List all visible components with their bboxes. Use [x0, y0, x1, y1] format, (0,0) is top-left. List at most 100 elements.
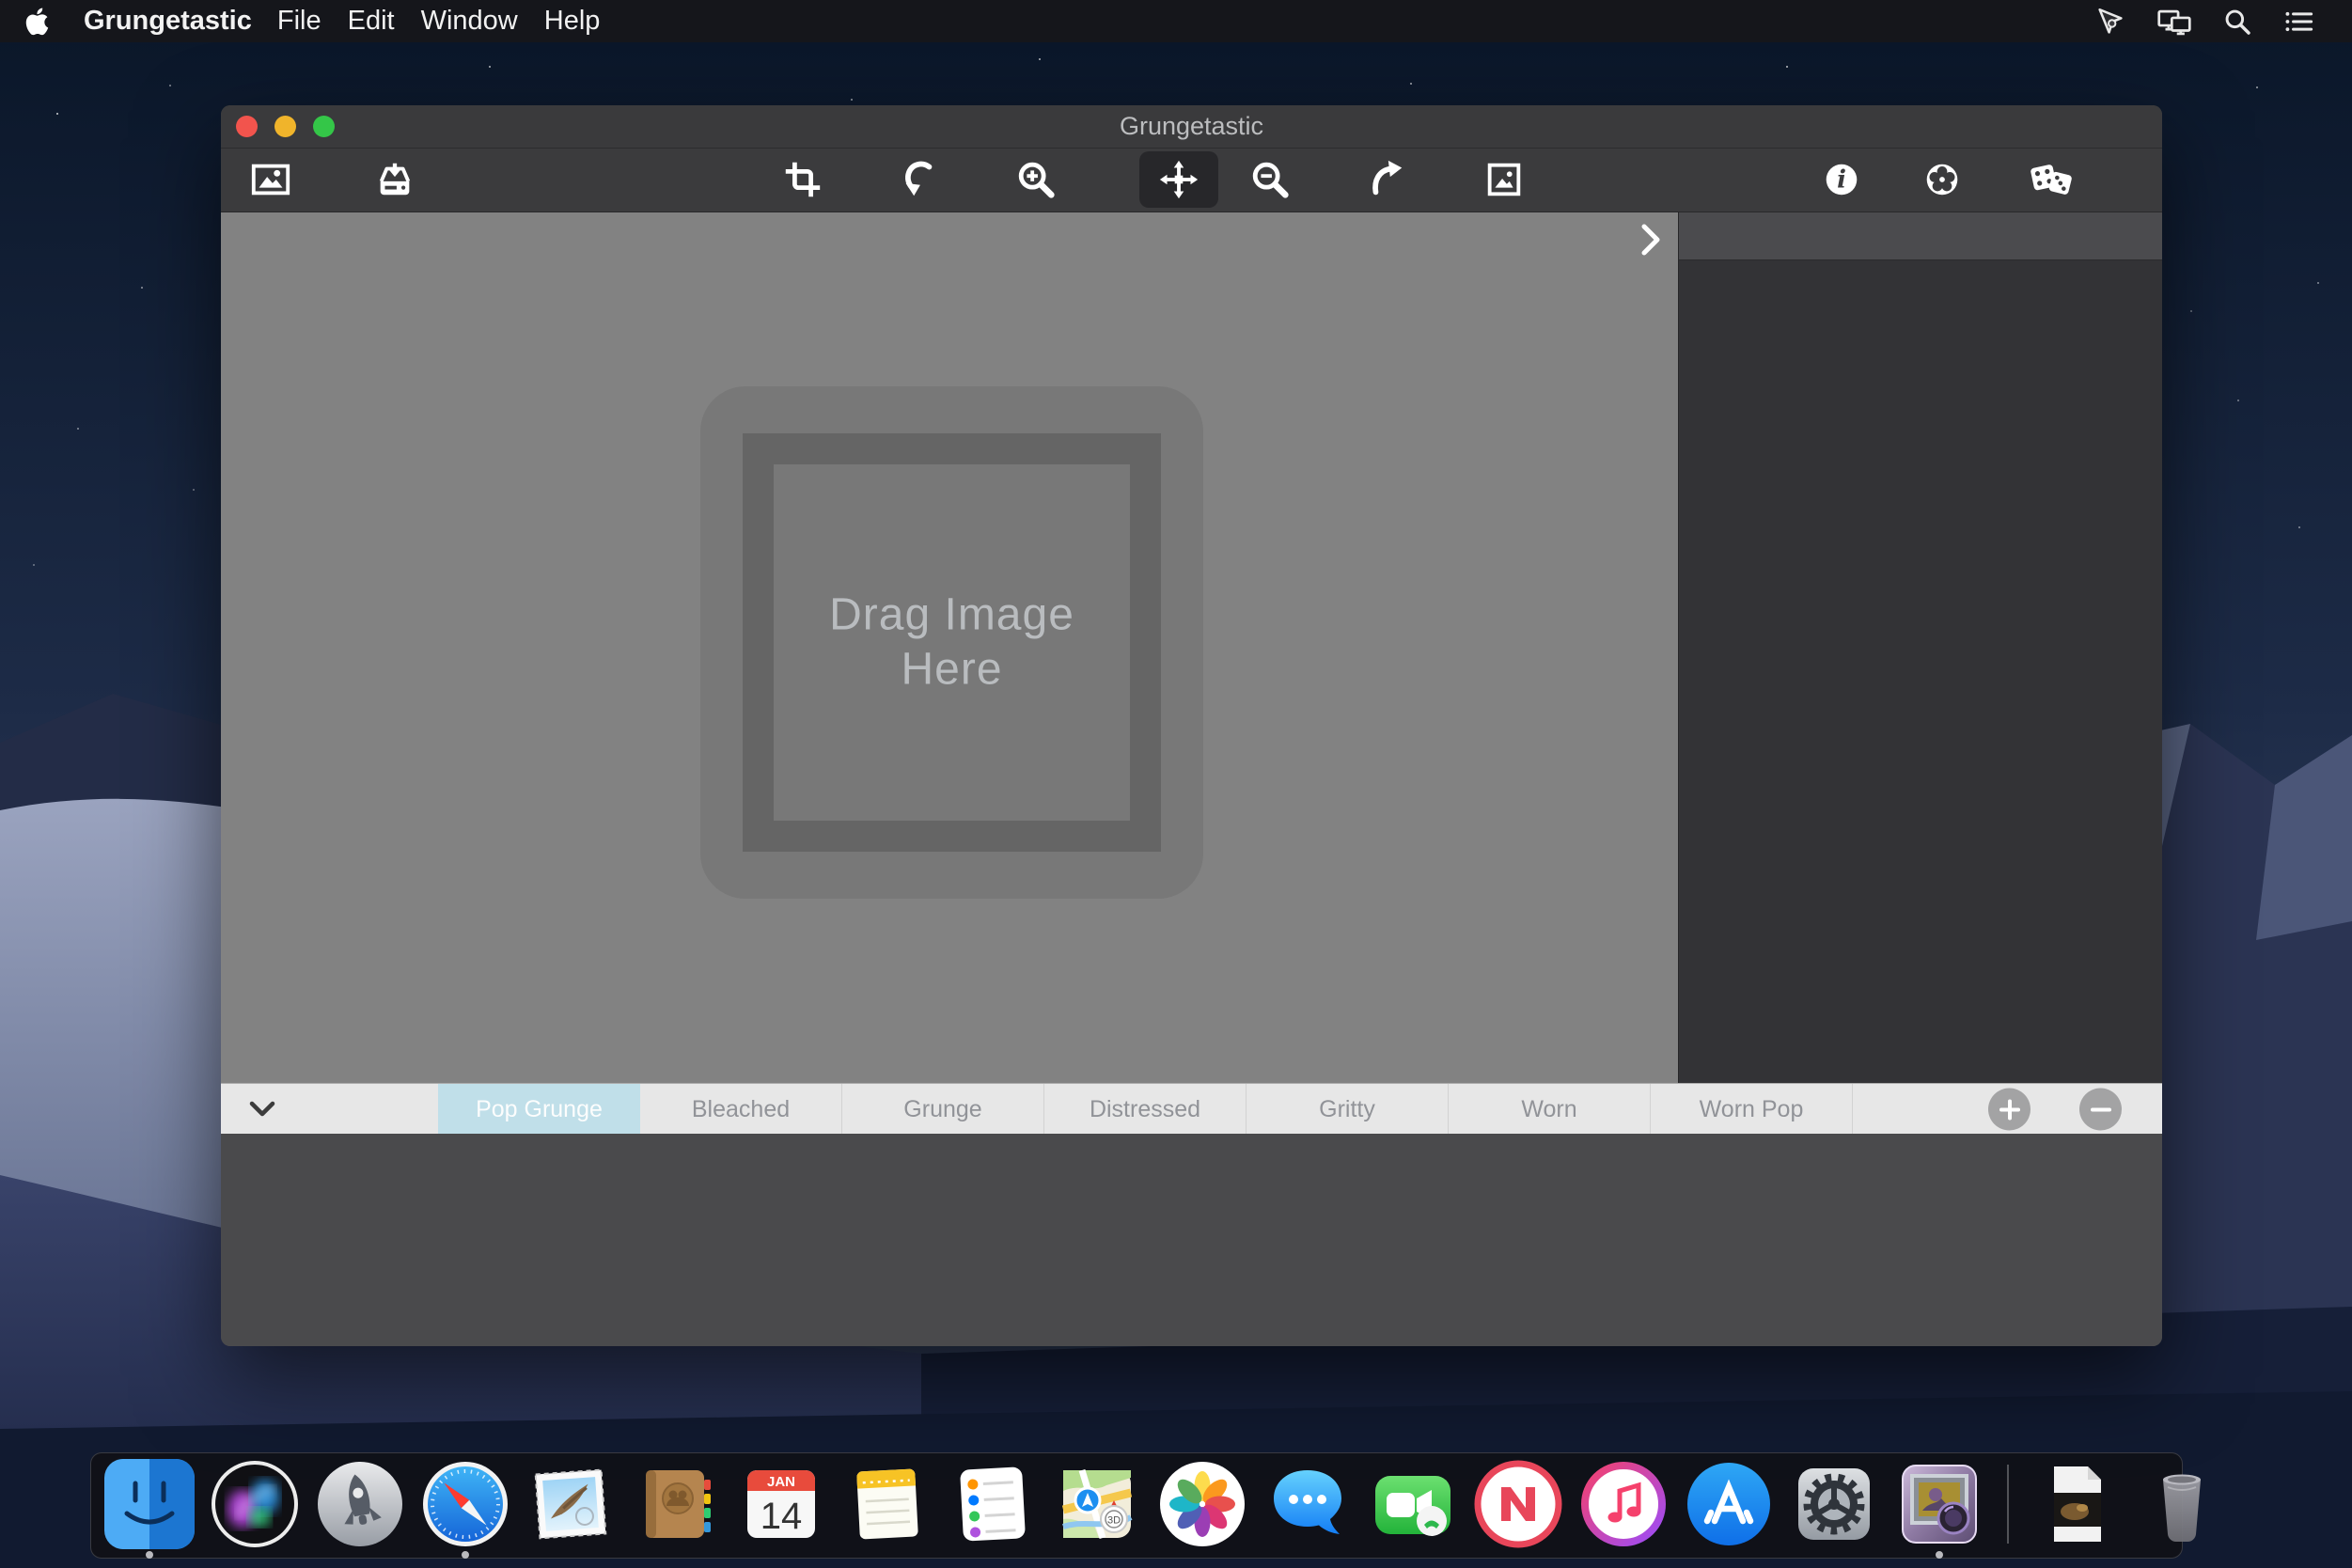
info-icon: i: [1820, 158, 1863, 201]
menu-window[interactable]: Window: [408, 6, 531, 37]
redo-icon: [1364, 158, 1407, 201]
rotate-tool-button[interactable]: [892, 153, 945, 206]
traffic-lights: [236, 105, 335, 148]
open-image-button[interactable]: [244, 153, 297, 206]
menu-edit[interactable]: Edit: [335, 6, 408, 37]
zoom-in-tool-button[interactable]: [1010, 153, 1062, 206]
zoom-in-icon: [1014, 158, 1058, 201]
crop-tool-button[interactable]: [776, 153, 829, 206]
add-filter-button[interactable]: [1988, 1089, 2031, 1131]
rotate-icon: [897, 158, 940, 201]
window-title-bar[interactable]: Grungetastic: [221, 105, 2162, 149]
save-image-button[interactable]: [368, 153, 421, 206]
minimize-button[interactable]: [274, 116, 296, 137]
bottom-panel: [221, 1134, 2162, 1346]
image-canvas[interactable]: Drag Image Here: [221, 212, 1678, 1083]
chevron-right-icon[interactable]: [1640, 224, 1661, 256]
photos-icon: [1157, 1459, 1247, 1549]
open-image-icon: [249, 158, 292, 201]
drop-zone-label: Drag Image Here: [797, 588, 1107, 698]
news-icon: [1473, 1459, 1563, 1549]
app-store-icon: [1684, 1459, 1774, 1549]
siri-icon: [210, 1459, 300, 1549]
dock-item-system-preferences[interactable]: [1789, 1459, 1879, 1549]
dock-item-app-store[interactable]: [1684, 1459, 1774, 1549]
chevron-down-icon[interactable]: [249, 1101, 275, 1118]
toolbar: i: [221, 149, 2162, 212]
launchpad-icon: [315, 1459, 405, 1549]
dock-item-launchpad[interactable]: [315, 1459, 405, 1549]
dock-item-maps[interactable]: 3D: [1052, 1459, 1142, 1549]
apple-logo-icon: [24, 8, 53, 36]
apple-menu[interactable]: [0, 8, 71, 36]
info-button[interactable]: i: [1815, 153, 1868, 206]
redo-tool-button[interactable]: [1359, 153, 1412, 206]
dock-item-photos[interactable]: [1157, 1459, 1247, 1549]
menu-file[interactable]: File: [264, 6, 335, 37]
crop-icon: [781, 158, 824, 201]
calendar-day: 14: [760, 1496, 803, 1537]
filter-tab-bleached[interactable]: Bleached: [640, 1084, 842, 1135]
dock-item-grungetastic[interactable]: [1894, 1459, 1984, 1549]
menu-help[interactable]: Help: [531, 6, 614, 37]
dock-item-safari[interactable]: [420, 1459, 510, 1549]
filter-tab-grunge[interactable]: Grunge: [842, 1084, 1044, 1135]
menu-app-name[interactable]: Grungetastic: [71, 6, 264, 37]
svg-text:i: i: [1837, 166, 1846, 195]
dock-item-facetime[interactable]: [1368, 1459, 1458, 1549]
zoom-out-icon: [1248, 158, 1292, 201]
running-indicator: [462, 1551, 469, 1559]
save-image-icon: [373, 158, 416, 201]
calendar-month: JAN: [767, 1474, 795, 1490]
remove-filter-button[interactable]: [2079, 1089, 2122, 1131]
dock-item-trash[interactable]: [2137, 1459, 2227, 1549]
notes-icon: [841, 1459, 932, 1549]
dock-item-itunes[interactable]: [1578, 1459, 1669, 1549]
dock-item-reminders[interactable]: [947, 1459, 1037, 1549]
running-indicator: [1936, 1551, 1943, 1559]
dock-item-mail[interactable]: [525, 1459, 616, 1549]
filter-tab-gritty[interactable]: Gritty: [1247, 1084, 1449, 1135]
zoom-button[interactable]: [313, 116, 335, 137]
filter-tab-pop-grunge[interactable]: Pop Grunge: [438, 1084, 640, 1135]
display-mirroring-icon[interactable]: [2141, 6, 2207, 38]
cursor-share-icon[interactable]: [2079, 6, 2141, 38]
drop-zone[interactable]: Drag Image Here: [700, 386, 1203, 899]
randomize-button[interactable]: [2025, 153, 2078, 206]
zoom-out-tool-button[interactable]: [1244, 153, 1296, 206]
search-icon[interactable]: [2207, 7, 2267, 37]
safari-icon: [420, 1459, 510, 1549]
dock-item-contacts[interactable]: [631, 1459, 721, 1549]
settings-button[interactable]: [1916, 153, 1968, 206]
minus-icon: [2090, 1098, 2112, 1121]
dock-item-notes[interactable]: [841, 1459, 932, 1549]
close-button[interactable]: [236, 116, 258, 137]
reminders-icon: [947, 1459, 1037, 1549]
dock-item-messages[interactable]: [1262, 1459, 1353, 1549]
maps-icon: 3D: [1052, 1459, 1142, 1549]
mail-icon: [525, 1459, 616, 1549]
frame-tool-button[interactable]: [1478, 153, 1530, 206]
filter-tab-worn-pop[interactable]: Worn Pop: [1651, 1084, 1853, 1135]
dock-item-document-file[interactable]: [2031, 1459, 2122, 1549]
desktop: Grungetastic File Edit Window Help Grung…: [0, 0, 2352, 1568]
svg-text:3D: 3D: [1107, 1515, 1121, 1527]
dock-item-finder[interactable]: [104, 1459, 195, 1549]
window-title: Grungetastic: [1120, 112, 1263, 141]
dock-item-calendar[interactable]: JAN 14: [736, 1459, 826, 1549]
filter-tab-distressed[interactable]: Distressed: [1044, 1084, 1247, 1135]
frame-icon: [1482, 158, 1526, 201]
filter-tab-bar: Pop Grunge Bleached Grunge Distressed Gr…: [221, 1083, 2162, 1135]
app-window: Grungetastic: [221, 105, 2162, 1346]
dock-item-siri[interactable]: [210, 1459, 300, 1549]
document-file-icon: [2031, 1459, 2122, 1549]
notification-list-icon[interactable]: [2267, 8, 2352, 36]
messages-icon: [1262, 1459, 1353, 1549]
move-icon: [1157, 158, 1200, 201]
system-preferences-icon: [1789, 1459, 1879, 1549]
filter-tab-worn[interactable]: Worn: [1449, 1084, 1651, 1135]
dock-item-news[interactable]: [1473, 1459, 1563, 1549]
contacts-icon: [631, 1459, 721, 1549]
running-indicator: [146, 1551, 153, 1559]
move-tool-button[interactable]: [1139, 151, 1218, 208]
